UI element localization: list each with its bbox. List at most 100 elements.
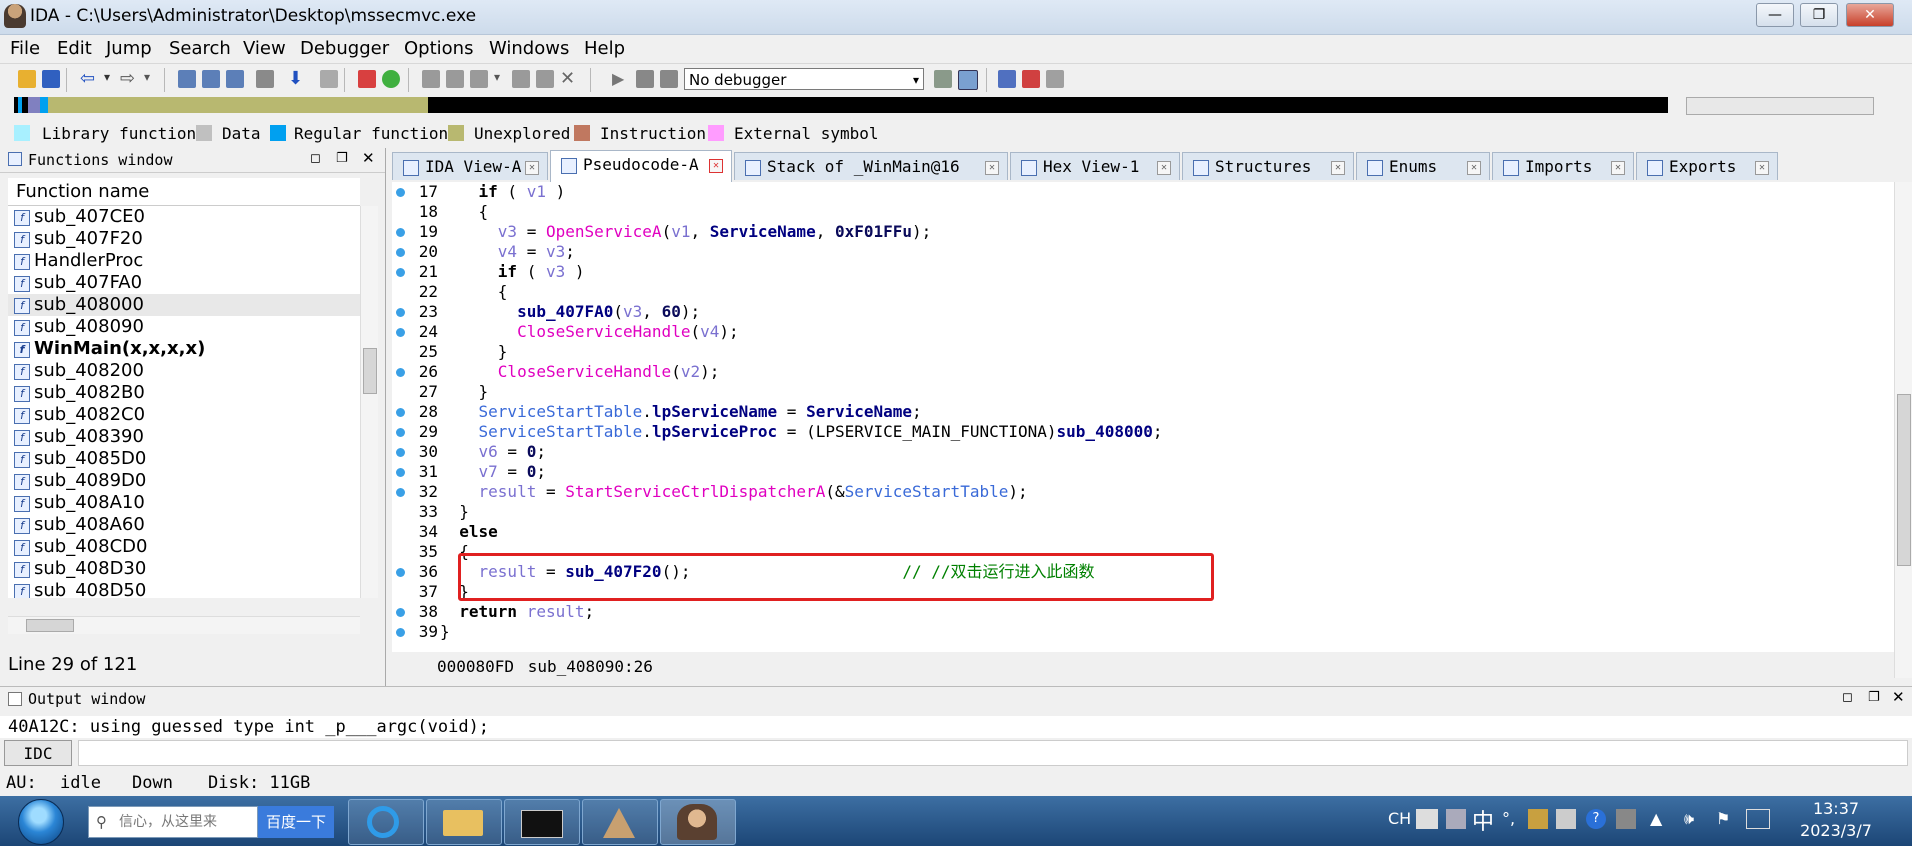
menu-file[interactable]: File [10, 38, 40, 59]
ida-portrait-icon[interactable] [660, 799, 736, 845]
menu-debugger[interactable]: Debugger [300, 38, 389, 59]
navigation-band[interactable] [0, 97, 1912, 121]
close-tab-icon[interactable]: ✕ [1331, 161, 1345, 175]
function-list-item[interactable]: f sub_4085D0 [8, 448, 360, 470]
breakpoint-dot-icon[interactable] [396, 628, 405, 637]
code-line-30[interactable]: v6 = 0; [440, 442, 546, 462]
baidu-search-button[interactable]: 百度一下 [258, 806, 334, 838]
ime-skin-icon[interactable] [1528, 809, 1548, 829]
tab-stack-winmain[interactable]: Stack of _WinMain@16 ✕ [734, 152, 1008, 180]
breakpoint-dot-icon[interactable] [396, 328, 405, 337]
function-list-item[interactable]: f sub_4089D0 [8, 470, 360, 492]
breakpoint-dot-icon[interactable] [396, 248, 405, 257]
code-line-27[interactable]: } [440, 382, 489, 402]
text-search-icon[interactable] [202, 70, 220, 88]
code-line-23[interactable]: sub_407FA0(v3, 60); [440, 302, 700, 322]
idc-command-input[interactable] [78, 740, 1908, 766]
function-list-item[interactable]: f sub_408D30 [8, 558, 360, 580]
show-hidden-icons[interactable]: ▲ [1650, 809, 1662, 828]
hscroll-thumb[interactable] [26, 619, 74, 632]
jump-down-icon[interactable]: ⬇ [288, 70, 306, 88]
undefine-icon[interactable]: ✕ [560, 70, 578, 88]
function-list-item[interactable]: f sub_408CD0 [8, 536, 360, 558]
function-list-item[interactable]: f sub_408200 [8, 360, 360, 382]
close-tab-icon[interactable]: ✕ [1467, 161, 1481, 175]
step-icon[interactable] [958, 70, 978, 90]
code-line-33[interactable]: } [440, 502, 469, 522]
float-icon[interactable]: ◻ [1842, 690, 1853, 705]
tab-ida-view-a[interactable]: IDA View-A ✕ [392, 152, 548, 180]
function-list-item[interactable]: f WinMain(x,x,x,x) [8, 338, 360, 360]
code-line-17[interactable]: if ( v1 ) [440, 182, 566, 202]
code-line-31[interactable]: v7 = 0; [440, 462, 546, 482]
code-vertical-scrollbar[interactable] [1894, 182, 1912, 678]
function-list-item[interactable]: f sub_408090 [8, 316, 360, 338]
start-button[interactable] [18, 799, 64, 845]
tab-exports[interactable]: Exports ✕ [1636, 152, 1778, 180]
xref-dropdown-icon[interactable]: ▾ [494, 70, 512, 88]
menu-edit[interactable]: Edit [57, 38, 92, 59]
code-line-25[interactable]: } [440, 342, 508, 362]
close-icon[interactable]: ✕ [362, 149, 375, 167]
stop-icon[interactable] [660, 70, 678, 88]
plugin-icon[interactable] [1022, 70, 1040, 88]
binary-search-icon[interactable] [178, 70, 196, 88]
open-icon[interactable] [18, 70, 36, 88]
ime-settings-icon[interactable] [1616, 809, 1636, 829]
ime-punct-icon[interactable]: °, [1502, 809, 1515, 828]
function-list-item[interactable]: f sub_408A10 [8, 492, 360, 514]
function-list-item[interactable]: f sub_4082C0 [8, 404, 360, 426]
volume-icon[interactable]: 🕪 [1684, 809, 1694, 829]
ime-mode[interactable]: 中 [1472, 804, 1494, 836]
code-line-22[interactable]: { [440, 282, 508, 302]
code-line-21[interactable]: if ( v3 ) [440, 262, 585, 282]
breakpoint-dot-icon[interactable] [396, 308, 405, 317]
close-icon[interactable]: ✕ [1892, 688, 1905, 706]
ime-tool-icon[interactable] [1446, 809, 1466, 829]
code-line-18[interactable]: { [440, 202, 489, 222]
tab-pseudocode-a[interactable]: Pseudocode-A ✕ [550, 150, 732, 182]
minimize-button[interactable]: — [1756, 3, 1794, 27]
keyboard-icon[interactable] [1416, 809, 1438, 829]
function-list-item[interactable]: f sub_408000 [8, 294, 360, 316]
graph-icon[interactable] [320, 70, 338, 88]
close-tab-icon[interactable]: ✕ [985, 161, 999, 175]
function-name-column-header[interactable]: Function name [8, 178, 360, 206]
hex-icon[interactable] [536, 70, 554, 88]
ida-taskbar-icon[interactable] [582, 799, 658, 845]
code-line-38[interactable]: return result; [440, 602, 594, 622]
tab-hex-view-1[interactable]: Hex View-1 ✕ [1010, 152, 1180, 180]
code-line-29[interactable]: ServiceStartTable.lpServiceProc = (LPSER… [440, 422, 1163, 442]
code-line-19[interactable]: v3 = OpenServiceA(v1, ServiceName, 0xF01… [440, 222, 932, 242]
float-icon[interactable]: ◻ [310, 151, 321, 166]
function-list-item[interactable]: f sub_408D50 [8, 580, 360, 598]
immediate-search-icon[interactable] [226, 70, 244, 88]
breakpoint-dot-icon[interactable] [396, 448, 405, 457]
breakpoint-dot-icon[interactable] [396, 368, 405, 377]
menu-jump[interactable]: Jump [106, 38, 152, 59]
ime-menu-icon[interactable] [1556, 809, 1576, 829]
next-code-icon[interactable] [256, 70, 274, 88]
code-line-24[interactable]: CloseServiceHandle(v4); [440, 322, 739, 342]
menu-help[interactable]: Help [584, 38, 625, 59]
network-icon[interactable] [1746, 809, 1770, 829]
close-button[interactable]: ✕ [1846, 3, 1894, 27]
menu-options[interactable]: Options [404, 38, 473, 59]
breakpoint-dot-icon[interactable] [396, 428, 405, 437]
scroll-thumb[interactable] [363, 348, 377, 394]
action-center-flag-icon[interactable]: ⚑ [1716, 809, 1730, 828]
tools-icon[interactable] [1046, 70, 1064, 88]
breakpoint-dot-icon[interactable] [396, 408, 405, 417]
help-icon[interactable]: ? [1586, 809, 1606, 829]
tab-structures[interactable]: Structures ✕ [1182, 152, 1354, 180]
file-explorer-icon[interactable] [426, 799, 502, 845]
function-list-item[interactable]: f sub_4082B0 [8, 382, 360, 404]
run-icon[interactable]: ▶ [612, 70, 630, 88]
lang-indicator[interactable]: CH [1388, 809, 1411, 828]
breakpoint-dot-icon[interactable] [396, 188, 405, 197]
close-tab-icon[interactable]: ✕ [525, 161, 539, 175]
debugger-select[interactable]: No debugger ▾ [684, 68, 924, 90]
restore-icon[interactable]: ❐ [336, 151, 348, 166]
script-icon[interactable] [998, 70, 1016, 88]
patch-icon[interactable] [512, 70, 530, 88]
